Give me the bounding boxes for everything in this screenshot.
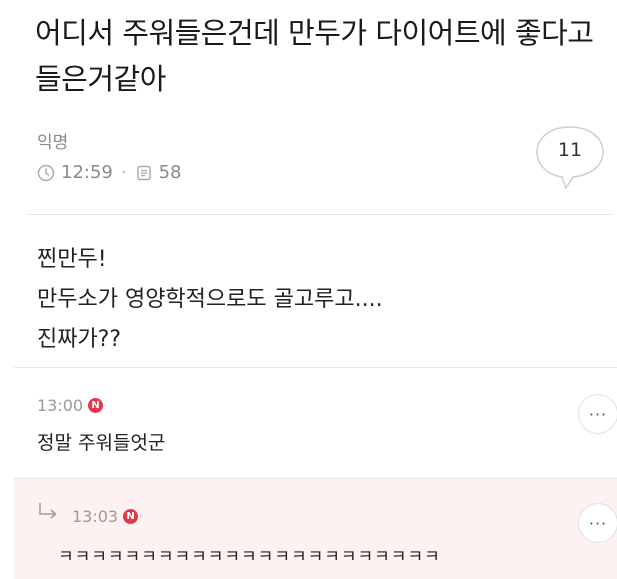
post-title: 어디서 주워들은건데 만두가 다이어트에 좋다고 들은거같아 bbox=[35, 16, 594, 96]
more-options-button[interactable]: ··· bbox=[578, 503, 617, 543]
comment-time: 13:00 bbox=[37, 396, 84, 415]
comment-time: 13:03 bbox=[72, 507, 119, 526]
post-time: 12:59 bbox=[61, 162, 113, 183]
new-badge: N bbox=[88, 398, 104, 413]
clock-icon bbox=[37, 164, 55, 182]
new-badge: N bbox=[123, 509, 139, 524]
comment-meta: 13:03 N bbox=[72, 507, 139, 526]
content-line: 진짜가?? bbox=[37, 327, 122, 352]
comment-text: 정말 주워들엇군 bbox=[37, 432, 166, 454]
post-meta: 12:59 · 58 bbox=[37, 162, 182, 183]
comment-count-button[interactable]: 11 bbox=[533, 125, 607, 191]
document-icon bbox=[135, 164, 153, 182]
post-author: 익명 bbox=[37, 133, 69, 153]
more-icon: ··· bbox=[588, 513, 608, 533]
post-views: 58 bbox=[158, 162, 182, 183]
comment-count: 11 bbox=[557, 139, 583, 161]
divider bbox=[28, 214, 611, 215]
reply-comment: 13:03 N ㅋㅋㅋㅋㅋㅋㅋㅋㅋㅋㅋㅋㅋㅋㅋㅋㅋㅋㅋㅋㅋㅋㅋ ··· bbox=[14, 478, 617, 579]
reply-arrow-icon bbox=[36, 501, 62, 523]
content-line: 만두소가 영양학적으로도 골고루고.... bbox=[37, 287, 383, 312]
comment: 13:00 N 정말 주워들엇군 ··· bbox=[14, 367, 617, 478]
post-content: 찐만두! 만두소가 영양학적으로도 골고루고.... 진짜가?? bbox=[37, 240, 383, 360]
content-line: 찐만두! bbox=[37, 247, 107, 272]
more-options-button[interactable]: ··· bbox=[578, 394, 617, 434]
post-header: 어디서 주워들은건데 만두가 다이어트에 좋다고 들은거같아 익명 12:59 … bbox=[0, 0, 617, 216]
comment-text: ㅋㅋㅋㅋㅋㅋㅋㅋㅋㅋㅋㅋㅋㅋㅋㅋㅋㅋㅋㅋㅋㅋㅋ bbox=[58, 547, 441, 567]
more-icon: ··· bbox=[588, 404, 608, 424]
meta-separator: · bbox=[120, 162, 127, 183]
comment-meta: 13:00 N bbox=[37, 396, 104, 415]
